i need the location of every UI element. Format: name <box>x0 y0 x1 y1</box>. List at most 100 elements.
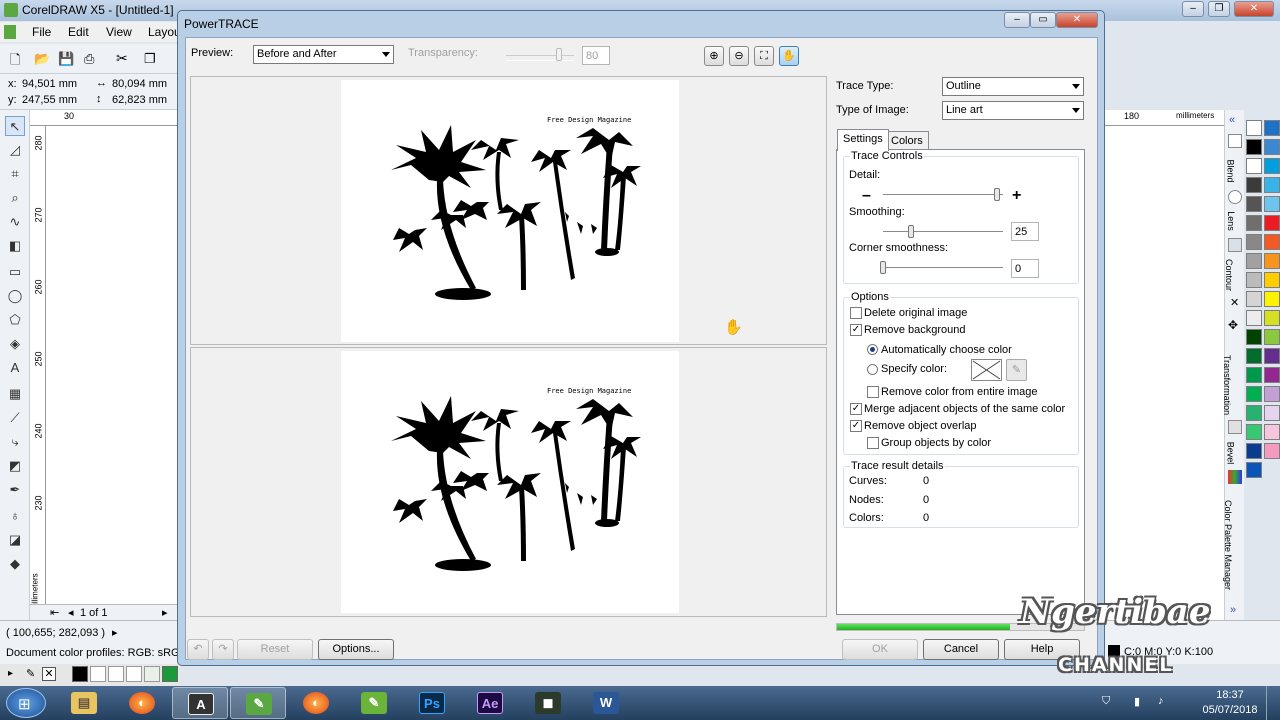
palette-swatch[interactable] <box>1246 386 1262 402</box>
text-tool-icon[interactable]: A <box>5 358 25 378</box>
start-button[interactable]: ⊞ <box>6 688 46 718</box>
white-swatch[interactable] <box>126 666 142 682</box>
eyedropper-button[interactable]: ✎ <box>1006 359 1027 381</box>
no-color-swatch[interactable]: ✕ <box>42 667 56 681</box>
redo-button[interactable]: ↷ <box>212 639 234 660</box>
corner-smoothness-input[interactable]: 0 <box>1011 259 1039 278</box>
ok-button[interactable]: OK <box>842 639 918 660</box>
docker-tab-contour[interactable]: Contour <box>1224 259 1234 291</box>
reset-button[interactable]: Reset <box>237 639 313 660</box>
show-desktop-button[interactable] <box>1266 686 1280 720</box>
copy-icon[interactable]: ❐ <box>144 51 156 67</box>
preview-dropdown[interactable]: Before and After <box>253 45 394 64</box>
palette-arrow-icon[interactable]: ▸ <box>8 668 13 679</box>
print-icon[interactable]: ⎙ <box>84 51 94 67</box>
palette-swatch[interactable] <box>1246 139 1262 155</box>
palette-swatch[interactable] <box>1246 367 1262 383</box>
blend-docker-icon[interactable] <box>1228 134 1242 148</box>
open-icon[interactable]: 📂 <box>34 51 50 67</box>
taskbar-coreldraw[interactable]: ✎ <box>230 687 286 719</box>
preview-after[interactable]: Free Design Magazine <box>190 347 827 617</box>
remove-entire-checkbox[interactable] <box>867 386 879 398</box>
palette-swatch[interactable] <box>1246 215 1262 231</box>
lens-docker-icon[interactable] <box>1228 190 1242 204</box>
remove-background-checkbox[interactable]: ✓ <box>850 324 862 336</box>
dimension-tool-icon[interactable]: ⟋ <box>5 408 25 428</box>
docker-tab-lens[interactable]: Lens <box>1226 211 1236 231</box>
taskbar-camtasia[interactable]: ◼ <box>520 687 576 719</box>
minimize-button[interactable]: – <box>1182 1 1204 17</box>
taskbar-explorer[interactable]: ▤ <box>56 687 112 719</box>
zoom-tool-icon[interactable]: ⌕ <box>5 188 25 208</box>
detail-slider-thumb[interactable] <box>994 188 1000 201</box>
eyedropper-tool-icon[interactable]: ✒ <box>5 480 25 500</box>
palette-swatch[interactable] <box>1264 424 1280 440</box>
smoothing-input[interactable]: 25 <box>1011 222 1039 241</box>
color-swatch-button[interactable] <box>971 359 1002 381</box>
ellipse-tool-icon[interactable]: ◯ <box>5 286 25 306</box>
palette-swatch[interactable] <box>1264 253 1280 269</box>
remove-overlap-checkbox[interactable]: ✓ <box>850 420 862 432</box>
drawing-canvas[interactable] <box>46 126 180 604</box>
interactive-fill-icon[interactable]: ◆ <box>5 554 25 574</box>
palette-swatch[interactable] <box>1264 234 1280 250</box>
new-icon[interactable]: 🗋 <box>10 51 20 73</box>
palette-swatch[interactable] <box>1264 367 1280 383</box>
detail-slider[interactable] <box>883 194 1003 200</box>
detail-minus-icon[interactable]: – <box>862 187 871 205</box>
polygon-tool-icon[interactable]: ⬠ <box>5 310 25 330</box>
pale-swatch[interactable] <box>144 666 160 682</box>
smoothing-slider[interactable] <box>883 231 1003 237</box>
pan-button[interactable]: ✋ <box>779 46 799 66</box>
zoom-in-button[interactable]: ⊕ <box>704 46 724 66</box>
height-value[interactable]: 62,823 mm <box>112 94 167 106</box>
taskbar-word[interactable]: W <box>578 687 634 719</box>
palette-swatch[interactable] <box>1246 253 1262 269</box>
width-value[interactable]: 80,094 mm <box>112 78 167 90</box>
palette-swatch[interactable] <box>1246 291 1262 307</box>
palette-swatch[interactable] <box>1264 405 1280 421</box>
prev-page-icon[interactable]: ◂ <box>68 606 74 619</box>
palette-swatch[interactable] <box>1246 272 1262 288</box>
fit-to-window-button[interactable]: ⛶ <box>754 46 774 66</box>
dialog-maximize-button[interactable]: ▭ <box>1030 12 1056 28</box>
taskbar-photoshop[interactable]: Ps <box>404 687 460 719</box>
palette-swatch[interactable] <box>1246 424 1262 440</box>
docker-tab-transformation[interactable]: Transformation <box>1222 355 1232 415</box>
docker-tab-bevel[interactable]: Bevel <box>1225 442 1235 465</box>
outline-tool-icon[interactable]: ♁ <box>5 506 25 526</box>
network-icon[interactable]: ▮ <box>1134 695 1140 708</box>
clock-date[interactable]: 05/07/2018 <box>1200 704 1260 716</box>
palette-swatch[interactable] <box>1264 120 1280 136</box>
palette-swatch[interactable] <box>1246 234 1262 250</box>
taskbar-corel-a[interactable]: A <box>172 687 228 719</box>
crop-tool-icon[interactable]: ⌗ <box>5 164 25 184</box>
zoom-out-button[interactable]: ⊖ <box>729 46 749 66</box>
volume-icon[interactable]: ♪ <box>1158 695 1164 707</box>
docker-collapse-icon[interactable]: « <box>1229 114 1235 126</box>
docker-tab-color-palette-manager[interactable]: Color Palette Manager <box>1223 500 1233 590</box>
y-value[interactable]: 247,55 mm <box>22 94 77 106</box>
contour-docker-icon[interactable] <box>1228 238 1242 252</box>
menu-edit[interactable]: Edit <box>68 25 89 39</box>
delete-original-checkbox[interactable] <box>850 307 862 319</box>
corner-smoothness-slider[interactable] <box>883 267 1003 273</box>
docker-tab-blend[interactable]: Blend <box>1226 159 1236 182</box>
palette-swatch[interactable] <box>1264 272 1280 288</box>
palette-swatch[interactable] <box>1246 196 1262 212</box>
options-button[interactable]: Options... <box>318 639 394 660</box>
undo-button[interactable]: ↶ <box>187 639 209 660</box>
clock-time[interactable]: 18:37 <box>1208 689 1252 701</box>
rectangle-tool-icon[interactable]: ▭ <box>5 262 25 282</box>
palette-swatch[interactable] <box>1264 177 1280 193</box>
dialog-minimize-button[interactable]: – <box>1004 12 1030 28</box>
palette-swatch[interactable] <box>1264 310 1280 326</box>
table-tool-icon[interactable]: ▦ <box>5 384 25 404</box>
save-icon[interactable]: 💾 <box>58 51 74 67</box>
menu-view[interactable]: View <box>106 25 132 39</box>
palette-swatch[interactable] <box>1246 405 1262 421</box>
palette-swatch[interactable] <box>1246 462 1262 478</box>
palette-swatch[interactable] <box>1246 310 1262 326</box>
white-swatch[interactable] <box>108 666 124 682</box>
bevel-docker-icon[interactable] <box>1228 420 1242 434</box>
